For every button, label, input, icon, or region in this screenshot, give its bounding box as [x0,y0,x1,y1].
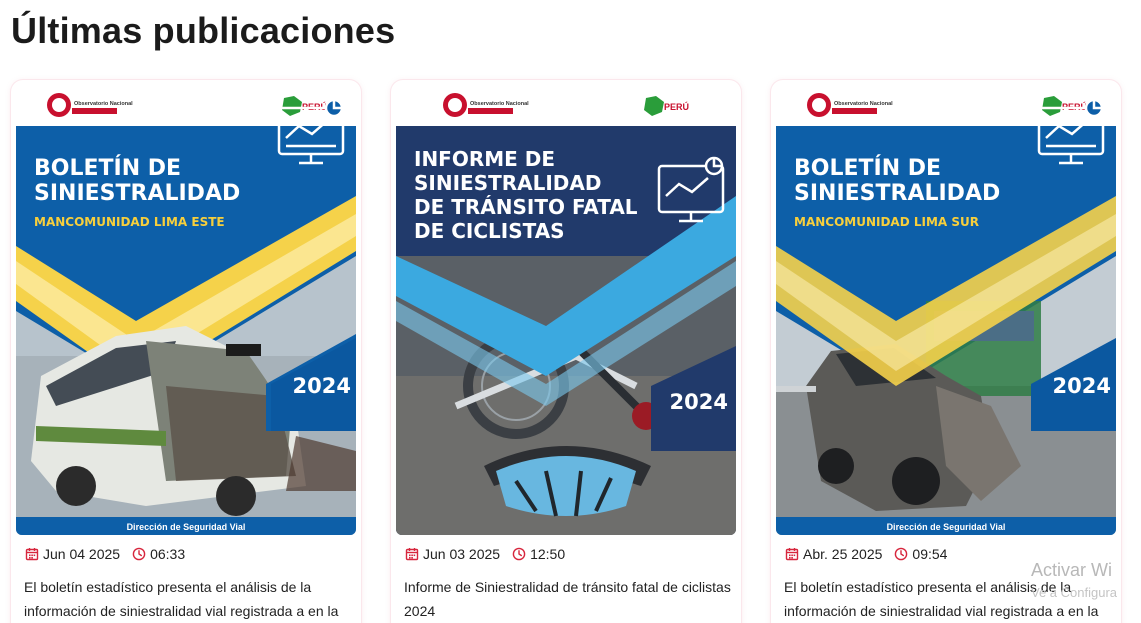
publication-date: Abr. 25 2025 [803,546,883,562]
clock-icon [132,547,146,561]
cover-title-line2: SINIESTRALIDAD [34,181,240,206]
cover-year: 2024 [293,374,351,398]
cover-footer: Dirección de Seguridad Vial [127,522,246,532]
publication-time: 09:54 [912,546,948,562]
publication-card[interactable]: Observatorio Nacional PERÚ [11,80,361,623]
cover-subtitle: MANCOMUNIDAD LIMA SUR [794,215,979,229]
svg-text:Observatorio Nacional: Observatorio Nacional [74,101,133,107]
cover-title-line1: BOLETÍN DE [34,155,181,181]
publication-date: Jun 03 2025 [423,546,501,562]
publication-card[interactable]: Observatorio Nacional PERÚ [771,80,1121,623]
svg-text:Observatorio Nacional: Observatorio Nacional [834,101,893,107]
publication-cover-image[interactable]: Observatorio Nacional PERÚ [776,86,1116,535]
cover-year: 2024 [670,390,728,414]
cover-title-line3: DE TRÁNSITO FATAL [414,195,638,219]
publication-meta: Jun 03 2025 12:50 [405,546,565,562]
publication-cover-image[interactable]: Observatorio Nacional PERÚ [396,86,736,535]
clock-icon [895,547,908,561]
windows-activation-watermark: Activar Wi [1031,560,1112,580]
publication-cover-image[interactable]: Observatorio Nacional PERÚ [16,86,356,535]
cover-title-line1: INFORME DE [414,147,555,171]
calendar-icon [405,548,419,561]
clock-icon [512,547,526,561]
publication-description: El boletín estadístico presenta el análi… [24,579,339,619]
cover-title-line2: SINIESTRALIDAD [794,181,1000,206]
cover-title-line2: SINIESTRALIDAD [414,171,601,195]
cover-title-line4: DE CICLISTAS [414,219,565,243]
publication-time: 06:33 [150,546,186,562]
windows-activation-subtext: Ve a Configura [1031,585,1118,600]
svg-text:Observatorio Nacional: Observatorio Nacional [470,101,529,107]
svg-text:PERÚ: PERÚ [664,101,689,112]
helmet-photo [484,446,651,517]
page-title: Últimas publicaciones [11,10,396,51]
publication-description: Informe de Siniestralidad de tránsito fa… [404,579,731,619]
publications-grid: Observatorio Nacional PERÚ 2024 BOLETÍN … [11,80,1141,623]
publication-meta: Abr. 25 2025 09:54 [785,546,947,562]
svg-text:PERÚ: PERÚ [302,101,327,112]
cover-year: 2024 [1053,374,1111,398]
cover-subtitle: MANCOMUNIDAD LIMA ESTE [34,215,225,229]
publication-meta: Jun 04 2025 06:33 [25,546,185,562]
publication-date: Jun 04 2025 [43,546,121,562]
calendar-icon [25,548,39,561]
svg-text:PERÚ: PERÚ [1062,101,1087,112]
publication-time: 12:50 [530,546,566,562]
cover-footer: Dirección de Seguridad Vial [887,522,1006,532]
calendar-icon [785,548,799,561]
publication-card[interactable]: Observatorio Nacional PERÚ [391,80,741,623]
cover-title-line1: BOLETÍN DE [794,155,941,181]
